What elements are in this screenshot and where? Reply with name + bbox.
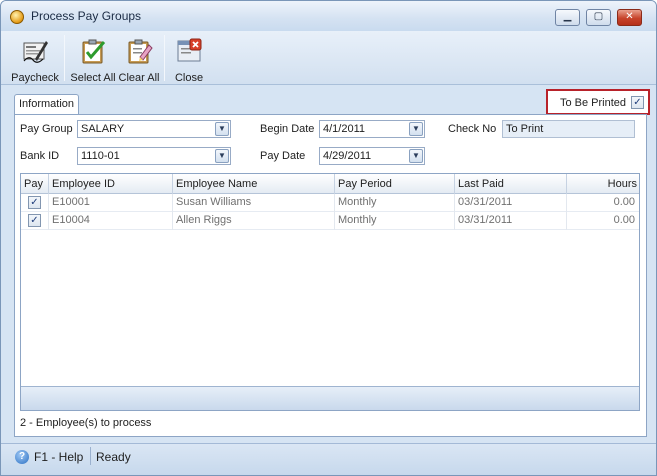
last-paid-cell: 03/31/2011 [455,194,567,212]
window-title: Process Pay Groups [31,9,142,23]
toolbar: Paycheck Select All Clear All Close [1,31,656,85]
status-text: Ready [96,450,131,464]
begin-date-value: 4/1/2011 [323,123,366,135]
employee-name-cell: Susan Williams [173,194,335,212]
check-no-field: To Print [502,120,635,138]
to-be-printed-label: To Be Printed [560,97,627,109]
column-header-employee-id[interactable]: Employee ID [49,174,173,194]
column-header-pay-period[interactable]: Pay Period [335,174,455,194]
select-all-label: Select All [70,72,116,84]
pay-period-cell: Monthly [335,194,455,212]
clear-all-icon [128,39,153,64]
chevron-down-icon[interactable]: ▼ [215,122,229,136]
close-button[interactable]: Close [170,34,208,84]
table-row[interactable]: ✓ E10001 Susan Williams Monthly 03/31/20… [21,194,639,212]
pay-group-combo[interactable]: SALARY ▼ [77,120,231,138]
process-pay-groups-window: Process Pay Groups ▁ ▢ ✕ Paycheck Select… [0,0,657,476]
clear-all-button[interactable]: Clear All [118,34,160,84]
grid-header: Pay Employee ID Employee Name Pay Period… [21,174,639,194]
pay-date-label: Pay Date [260,150,306,162]
pay-cell[interactable]: ✓ [21,212,49,230]
employee-name-cell: Allen Riggs [173,212,335,230]
pay-date-value: 4/29/2011 [323,150,372,162]
close-label: Close [174,72,204,84]
select-all-icon [82,39,106,64]
begin-date-label: Begin Date [260,123,315,135]
pay-checkbox[interactable]: ✓ [28,214,41,227]
minimize-button[interactable]: ▁ [555,9,580,26]
bank-id-label: Bank ID [20,150,60,162]
bank-id-combo[interactable]: 1110-01 ▼ [77,147,231,165]
maximize-button[interactable]: ▢ [586,9,611,26]
hours-cell: 0.00 [613,214,635,226]
column-header-employee-name[interactable]: Employee Name [173,174,335,194]
select-all-button[interactable]: Select All [70,34,116,84]
pay-group-label: Pay Group [20,123,73,135]
table-row[interactable]: ✓ E10004 Allen Riggs Monthly 03/31/2011 … [21,212,639,230]
pay-group-value: SALARY [81,123,125,135]
paycheck-button[interactable]: Paycheck [9,34,61,84]
title-bar[interactable]: Process Pay Groups ▁ ▢ ✕ [1,1,656,31]
employees-to-process-text: 2 - Employee(s) to process [20,417,152,429]
paycheck-icon [23,41,48,63]
close-window-button[interactable]: ✕ [617,9,642,26]
begin-date-picker[interactable]: 4/1/2011 ▼ [319,120,425,138]
status-bar: ? F1 - Help Ready [1,443,656,475]
toolbar-separator [64,35,65,81]
toolbar-separator [164,35,165,81]
help-shortcut-text[interactable]: F1 - Help [34,450,83,464]
chevron-down-icon[interactable]: ▼ [409,149,423,163]
to-be-printed-group: To Be Printed ✓ [546,89,650,115]
close-icon [177,38,202,62]
column-header-hours[interactable]: Hours [567,174,639,194]
app-icon [10,10,24,24]
tab-information[interactable]: Information [14,94,79,115]
chevron-down-icon[interactable]: ▼ [409,122,423,136]
chevron-down-icon[interactable]: ▼ [215,149,229,163]
pay-checkbox[interactable]: ✓ [28,196,41,209]
clear-all-label: Clear All [118,72,160,84]
employee-id-cell: E10001 [49,194,173,212]
column-header-pay[interactable]: Pay [21,174,49,194]
to-be-printed-checkbox[interactable]: ✓ [631,96,644,109]
hours-cell: 0.00 [613,196,635,208]
column-header-last-paid[interactable]: Last Paid [455,174,567,194]
bank-id-value: 1110-01 [81,150,120,162]
check-no-value: To Print [506,123,544,135]
pay-cell[interactable]: ✓ [21,194,49,212]
check-no-label: Check No [448,123,497,135]
help-icon[interactable]: ? [15,450,29,464]
employee-id-cell: E10004 [49,212,173,230]
employee-grid: Pay Employee ID Employee Name Pay Period… [20,173,640,411]
paycheck-label: Paycheck [11,72,59,84]
pay-period-cell: Monthly [335,212,455,230]
status-separator [90,447,91,465]
last-paid-cell: 03/31/2011 [455,212,567,230]
pay-date-picker[interactable]: 4/29/2011 ▼ [319,147,425,165]
grid-footer [21,386,639,410]
